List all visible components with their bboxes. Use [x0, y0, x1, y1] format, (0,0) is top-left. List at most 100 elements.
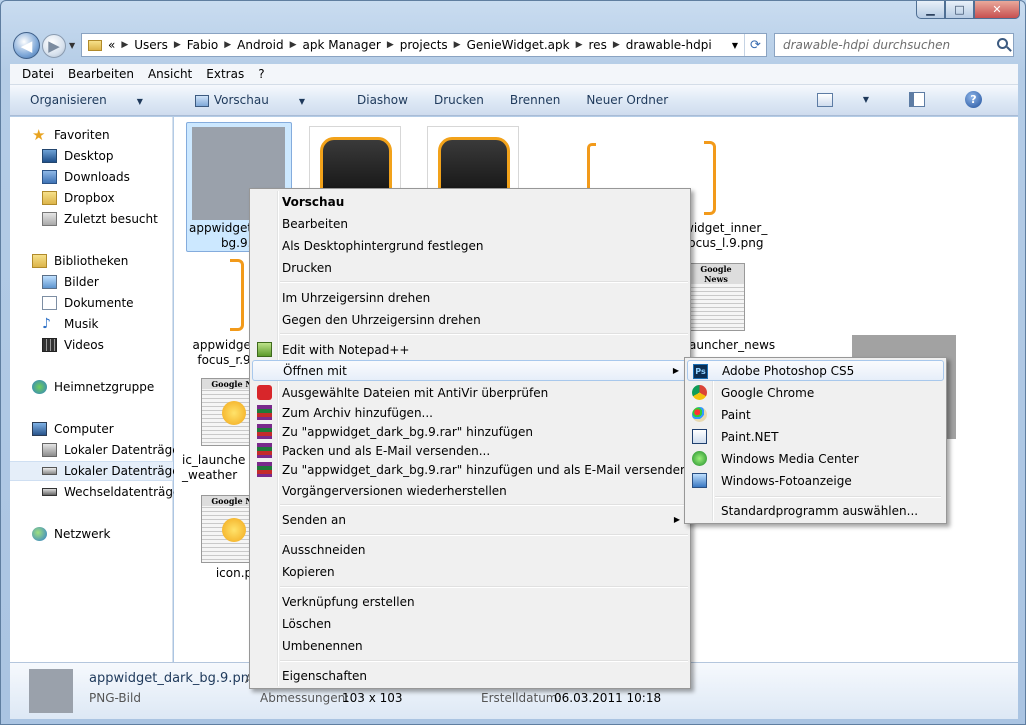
menu-item-rotate-cw[interactable]: Im Uhrzeigersinn drehen [252, 287, 688, 308]
recent-pages-dropdown[interactable]: ▼ [69, 41, 75, 50]
sidebar-item-videos[interactable]: Videos [10, 335, 173, 355]
submenu-item-media-center[interactable]: Windows Media Center [687, 448, 944, 469]
sidebar-item-libraries[interactable]: Bibliotheken [10, 251, 173, 271]
close-button[interactable]: ✕ [974, 1, 1020, 19]
submenu-item-paint[interactable]: Paint [687, 404, 944, 425]
menu-item-set-wallpaper[interactable]: Als Desktophintergrund festlegen [252, 235, 688, 256]
sidebar-item-network[interactable]: Netzwerk [10, 524, 173, 544]
submenu-item-chrome[interactable]: Google Chrome [687, 382, 944, 403]
sidebar-item-favorites[interactable]: ★ Favoriten [10, 125, 173, 145]
menu-item-properties[interactable]: Eigenschaften [252, 665, 688, 686]
orange-border-image[interactable] [230, 259, 244, 331]
file-label[interactable]: auncher_news [689, 338, 779, 353]
menu-item-notepadpp[interactable]: Edit with Notepad++ [252, 339, 688, 360]
sidebar-item-computer[interactable]: Computer [10, 419, 173, 439]
menu-edit[interactable]: Bearbeiten [68, 67, 134, 81]
menu-item-antivir[interactable]: Ausgewählte Dateien mit AntiVir überprüf… [252, 382, 688, 403]
pictures-icon [42, 275, 57, 289]
menu-item-open-with[interactable]: Öffnen mit ▶ [252, 360, 688, 381]
organize-button[interactable]: Organisieren ▼ [30, 93, 169, 107]
breadcrumb-drawable-hdpi[interactable]: drawable-hdpi [626, 38, 712, 52]
sidebar-item-desktop[interactable]: Desktop [10, 146, 173, 166]
winrar-icon [257, 443, 272, 458]
orange-border-image[interactable] [704, 141, 716, 215]
antivir-icon [257, 385, 272, 400]
breadcrumb-users[interactable]: Users [134, 38, 168, 52]
print-button[interactable]: Drucken [434, 93, 484, 107]
maximize-button[interactable]: □ [945, 1, 974, 19]
sidebar-item-dropbox[interactable]: Dropbox [10, 188, 173, 208]
submenu-item-paintnet[interactable]: Paint.NET [687, 426, 944, 447]
sidebar-item-recent[interactable]: Zuletzt besucht [10, 209, 173, 229]
network-icon [32, 527, 47, 541]
sidebar-item-pictures[interactable]: Bilder [10, 272, 173, 292]
winrar-icon [257, 424, 272, 439]
paintnet-icon [692, 429, 707, 444]
menu-item-print[interactable]: Drucken [252, 257, 688, 278]
burn-button[interactable]: Brennen [510, 93, 560, 107]
status-created-label: Erstelldatum: [481, 691, 562, 705]
preview-button[interactable]: Vorschau ▼ [194, 93, 331, 107]
file-label[interactable]: widget_inner_ focus_l.9.png [684, 221, 774, 251]
help-icon[interactable]: ? [965, 91, 982, 108]
menu-item-add-archive[interactable]: Zum Archiv hinzufügen... [252, 402, 688, 423]
forward-button[interactable]: ▶ [42, 33, 66, 58]
minimize-button[interactable]: ▁ [916, 1, 945, 19]
menu-item-edit[interactable]: Bearbeiten [252, 213, 688, 234]
sidebar-item-documents[interactable]: Dokumente [10, 293, 173, 313]
address-bar[interactable]: «▶ Users ▶ Fabio ▶ Android ▶ apk Manager ▶ p… [81, 33, 767, 57]
breadcrumb-geniewidget[interactable]: GenieWidget.apk [467, 38, 570, 52]
breadcrumb-android[interactable]: Android [237, 38, 283, 52]
view-dropdown-icon[interactable]: ▼ [863, 95, 869, 104]
menu-view[interactable]: Ansicht [148, 67, 192, 81]
dropbox-folder-icon [42, 191, 57, 205]
search-input[interactable]: drawable-hdpi durchsuchen [774, 33, 1014, 57]
submenu-item-choose-default[interactable]: Standardprogramm auswählen... [687, 500, 944, 521]
computer-icon [32, 422, 47, 436]
sidebar-item-downloads[interactable]: Downloads [10, 167, 173, 187]
menu-item-create-shortcut[interactable]: Verknüpfung erstellen [252, 591, 688, 612]
breadcrumb-projects[interactable]: projects [400, 38, 448, 52]
menu-item-cut[interactable]: Ausschneiden [252, 539, 688, 560]
downloads-folder-icon [42, 170, 57, 184]
menu-help[interactable]: ? [258, 67, 264, 81]
menu-file[interactable]: Datei [22, 67, 54, 81]
menu-item-preview[interactable]: Vorschau [252, 191, 688, 212]
sidebar-item-local-disk-2[interactable]: Lokaler Datenträger [10, 461, 185, 481]
submenu-item-photo-viewer[interactable]: Windows-Fotoanzeige [687, 470, 944, 491]
menu-item-restore-versions[interactable]: Vorgängerversionen wiederherstellen [252, 480, 688, 501]
sidebar-item-music[interactable]: ♪ Musik [10, 314, 173, 334]
submenu-item-photoshop[interactable]: Ps Adobe Photoshop CS5 [687, 360, 944, 381]
breadcrumb-overflow[interactable]: « [108, 38, 115, 52]
removable-drive-icon [42, 488, 57, 496]
menu-item-copy[interactable]: Kopieren [252, 561, 688, 582]
menu-item-send-to[interactable]: Senden an ▶ [252, 509, 688, 530]
menu-item-delete[interactable]: Löschen [252, 613, 688, 634]
menu-tools[interactable]: Extras [206, 67, 244, 81]
news-icon[interactable]: Google News [687, 263, 745, 331]
menu-bar: Datei Bearbeiten Ansicht Extras ? [10, 64, 1018, 85]
status-filename: appwidget_dark_bg.9.png [89, 671, 258, 686]
desktop-icon [42, 149, 57, 163]
sidebar-item-homegroup[interactable]: Heimnetzgruppe [10, 377, 173, 397]
address-dropdown-icon[interactable]: ▼ [728, 34, 742, 56]
change-view-icon[interactable] [816, 92, 833, 107]
menu-item-rename[interactable]: Umbenennen [252, 635, 688, 656]
slideshow-button[interactable]: Diashow [357, 93, 408, 107]
menu-item-add-rar-email[interactable]: Zu "appwidget_dark_bg.9.rar" hinzufügen … [252, 459, 688, 480]
sidebar-item-removable[interactable]: Wechseldatenträger [10, 482, 185, 502]
breadcrumb-res[interactable]: res [589, 38, 607, 52]
breadcrumb-apk-manager[interactable]: apk Manager [303, 38, 381, 52]
new-folder-button[interactable]: Neuer Ordner [586, 93, 668, 107]
submenu-arrow-icon: ▶ [672, 366, 679, 375]
homegroup-icon [32, 380, 47, 394]
back-button[interactable]: ◀ [13, 32, 40, 59]
menu-item-pack-email[interactable]: Packen und als E-Mail versenden... [252, 440, 688, 461]
preview-pane-icon[interactable] [909, 92, 925, 107]
breadcrumb-fabio[interactable]: Fabio [187, 38, 218, 52]
search-icon[interactable] [997, 38, 1008, 49]
sidebar-item-local-disk-1[interactable]: Lokaler Datenträger [10, 440, 185, 460]
menu-item-add-rar[interactable]: Zu "appwidget_dark_bg.9.rar" hinzufügen [252, 421, 688, 442]
menu-item-rotate-ccw[interactable]: Gegen den Uhrzeigersinn drehen [252, 309, 688, 330]
refresh-icon[interactable]: ⟳ [744, 34, 766, 56]
